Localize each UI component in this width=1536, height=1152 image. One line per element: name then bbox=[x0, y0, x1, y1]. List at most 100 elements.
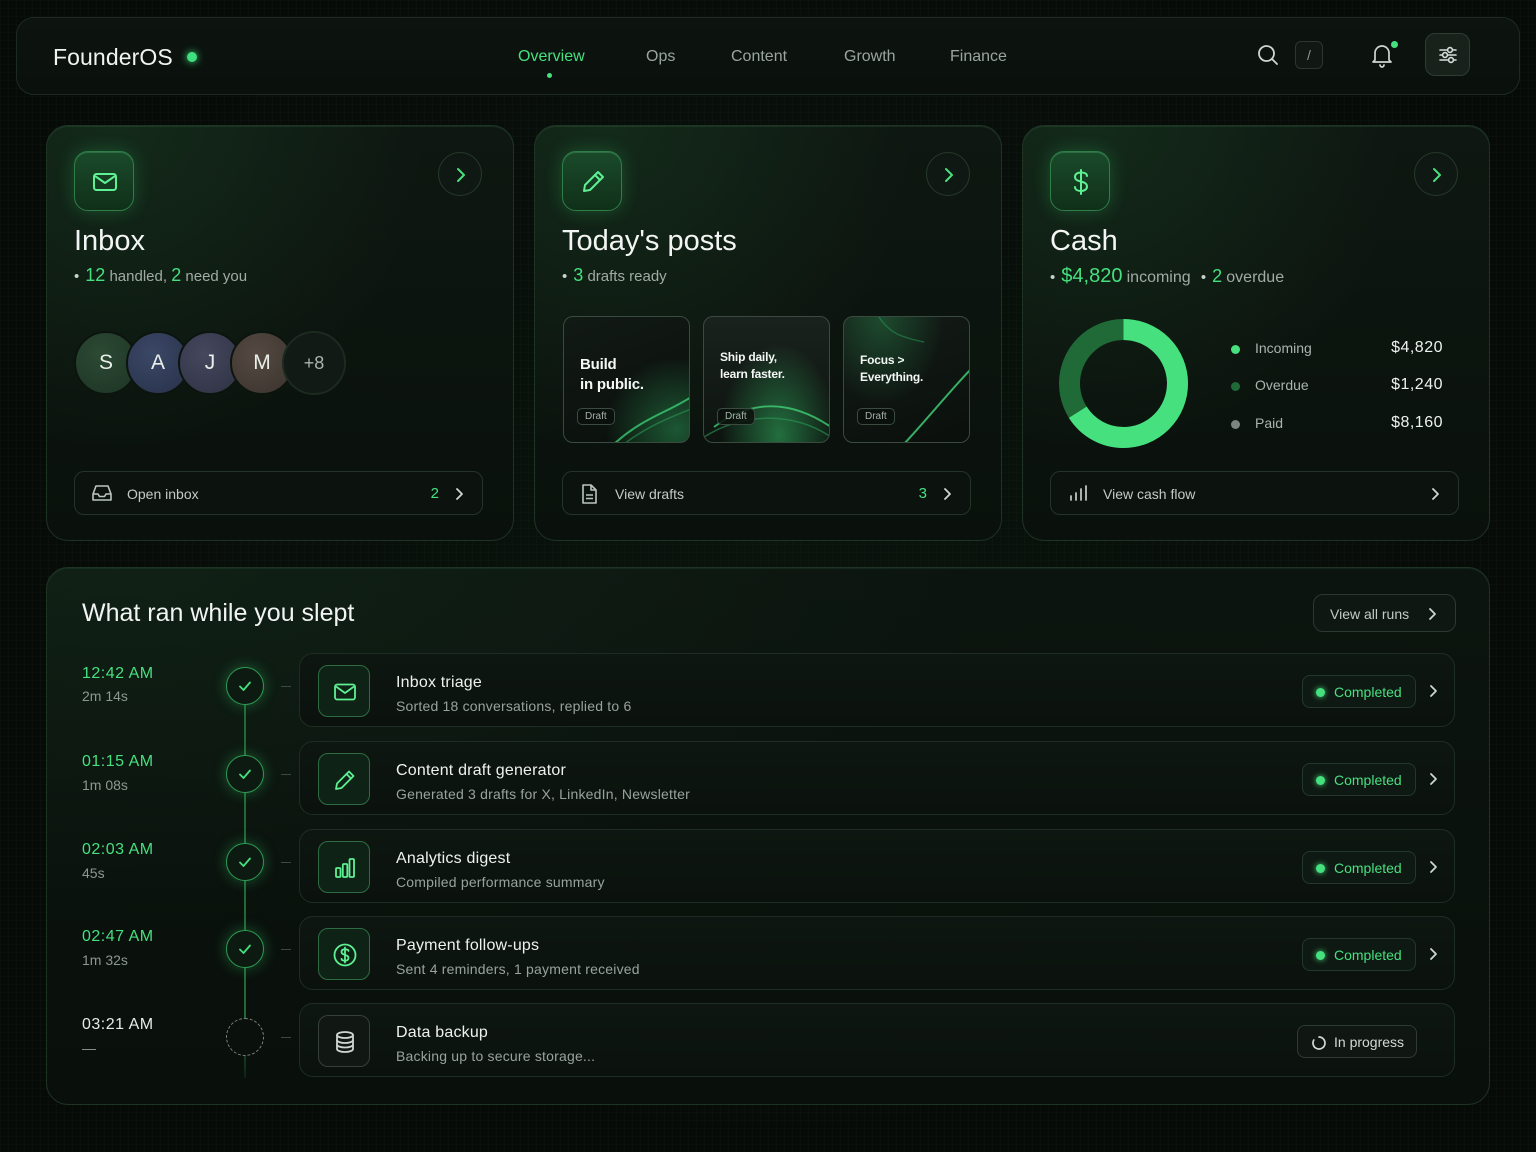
nav-ops[interactable]: Ops bbox=[646, 48, 675, 66]
inbox-title: Inbox bbox=[74, 225, 145, 257]
nav-active-indicator bbox=[547, 73, 552, 78]
run-duration: 1m 08s bbox=[82, 777, 128, 793]
chevron-right-icon bbox=[1433, 168, 1441, 182]
app-logo[interactable]: FounderOS bbox=[53, 44, 173, 71]
status-badge: Completed bbox=[1302, 675, 1416, 708]
timeline-node-completed bbox=[226, 667, 264, 705]
check-icon bbox=[239, 944, 251, 954]
bar-chart-icon bbox=[318, 841, 370, 893]
panel-title: What ran while you slept bbox=[82, 599, 355, 627]
run-duration: 2m 14s bbox=[82, 688, 128, 704]
open-inbox-button[interactable]: Open inbox 2 bbox=[74, 471, 483, 515]
run-description: Sorted 18 conversations, replied to 6 bbox=[396, 698, 632, 714]
timeline-node-pending bbox=[226, 1018, 264, 1056]
timeline-node-completed bbox=[226, 930, 264, 968]
draft-badge: Draft bbox=[857, 408, 895, 425]
post-headline: Focus > Everything. bbox=[860, 353, 924, 384]
run-duration: — bbox=[82, 1040, 96, 1056]
inbox-summary: • 12 handled, 2 need you bbox=[74, 265, 248, 285]
open-inbox-count: 2 bbox=[430, 485, 439, 502]
mail-icon bbox=[318, 665, 370, 717]
run-title: Content draft generator bbox=[396, 762, 567, 779]
timeline-connector bbox=[281, 1037, 291, 1038]
draft-badge: Draft bbox=[577, 408, 615, 425]
bar-chart-icon bbox=[1070, 485, 1087, 501]
status-badge: In progress bbox=[1297, 1025, 1417, 1058]
chevron-right-icon bbox=[1430, 861, 1437, 873]
status-badge: Completed bbox=[1302, 763, 1416, 796]
run-row[interactable]: Content draft generator Generated 3 draf… bbox=[299, 741, 1455, 815]
run-row[interactable]: Analytics digest Compiled performance su… bbox=[299, 829, 1455, 903]
legend-label: Incoming bbox=[1255, 340, 1312, 356]
chevron-right-icon bbox=[1430, 685, 1437, 697]
legend-value: $8,160 bbox=[1391, 414, 1443, 431]
post-draft-thumbnail[interactable]: Focus > Everything. Draft bbox=[843, 316, 970, 443]
nav-overview[interactable]: Overview bbox=[518, 48, 585, 66]
inbox-tray-icon bbox=[92, 485, 112, 501]
run-description: Sent 4 reminders, 1 payment received bbox=[396, 961, 640, 977]
check-icon bbox=[239, 681, 251, 691]
view-drafts-button[interactable]: View drafts 3 bbox=[562, 471, 971, 515]
view-all-runs-button[interactable]: View all runs bbox=[1313, 594, 1456, 632]
run-row[interactable]: Data backup Backing up to secure storage… bbox=[299, 1003, 1455, 1077]
timeline-connector bbox=[281, 949, 291, 950]
settings-sliders-icon bbox=[1439, 46, 1457, 64]
chevron-right-icon bbox=[1430, 948, 1437, 960]
legend-value: $1,240 bbox=[1391, 376, 1443, 393]
chevron-right-icon bbox=[457, 168, 465, 182]
inbox-open-button[interactable] bbox=[438, 152, 482, 196]
spinner-icon bbox=[1312, 1036, 1326, 1050]
cash-summary: • $4,820 incoming • 2 overdue bbox=[1050, 265, 1285, 287]
post-headline: Ship daily, learn faster. bbox=[720, 350, 785, 381]
search-shortcut-key: / bbox=[1295, 41, 1323, 69]
post-draft-thumbnail[interactable]: Build in public. Draft bbox=[563, 316, 690, 443]
run-title: Payment follow-ups bbox=[396, 937, 540, 954]
nav-growth[interactable]: Growth bbox=[844, 48, 896, 66]
settings-button[interactable] bbox=[1425, 33, 1470, 76]
nav-finance[interactable]: Finance bbox=[950, 48, 1007, 66]
dollar-icon bbox=[318, 928, 370, 980]
run-description: Compiled performance summary bbox=[396, 874, 605, 890]
legend-dot bbox=[1231, 382, 1240, 391]
brand-status-dot bbox=[187, 52, 197, 62]
database-icon bbox=[318, 1015, 370, 1067]
avatar-overflow-count[interactable]: +8 bbox=[282, 331, 346, 395]
todays-posts-card: Today's posts • 3 drafts ready Build in pu… bbox=[534, 125, 1002, 541]
timeline-connector bbox=[281, 862, 291, 863]
open-inbox-label: Open inbox bbox=[127, 486, 199, 502]
legend-value: $4,820 bbox=[1391, 339, 1443, 356]
top-navigation-bar: FounderOS Overview Ops Content Growth Fi… bbox=[16, 17, 1520, 95]
cash-donut-chart bbox=[1059, 319, 1188, 448]
nav-content[interactable]: Content bbox=[731, 48, 787, 66]
overnight-runs-panel: What ran while you slept View all runs 1… bbox=[46, 567, 1490, 1105]
view-drafts-label: View drafts bbox=[615, 486, 684, 502]
legend-label: Overdue bbox=[1255, 377, 1309, 393]
posts-title: Today's posts bbox=[562, 225, 737, 257]
post-headline: Build in public. bbox=[580, 356, 644, 393]
run-description: Generated 3 drafts for X, LinkedIn, News… bbox=[396, 786, 691, 802]
timeline-connector bbox=[281, 774, 291, 775]
inbox-card: Inbox • 12 handled, 2 need you S A J M +8… bbox=[46, 125, 514, 541]
run-row[interactable]: Inbox triage Sorted 18 conversations, re… bbox=[299, 653, 1455, 727]
run-time: 02:47 AM bbox=[82, 928, 154, 945]
dollar-icon bbox=[1050, 151, 1110, 211]
document-icon bbox=[582, 484, 597, 504]
chevron-right-icon bbox=[456, 488, 463, 500]
post-draft-thumbnail[interactable]: Ship daily, learn faster. Draft bbox=[703, 316, 830, 443]
legend-dot bbox=[1231, 345, 1240, 354]
timeline-node-completed bbox=[226, 843, 264, 881]
run-time: 03:21 AM bbox=[82, 1016, 154, 1033]
chevron-right-icon bbox=[944, 488, 951, 500]
run-row[interactable]: Payment follow-ups Sent 4 reminders, 1 p… bbox=[299, 916, 1455, 990]
search-icon[interactable] bbox=[1256, 43, 1280, 67]
view-cash-flow-button[interactable]: View cash flow bbox=[1050, 471, 1459, 515]
run-duration: 1m 32s bbox=[82, 952, 128, 968]
run-title: Data backup bbox=[396, 1024, 489, 1041]
run-description: Backing up to secure storage... bbox=[396, 1048, 596, 1064]
cash-open-button[interactable] bbox=[1414, 152, 1458, 196]
view-drafts-count: 3 bbox=[918, 485, 927, 502]
draft-badge: Draft bbox=[717, 408, 755, 425]
posts-open-button[interactable] bbox=[926, 152, 970, 196]
view-cash-flow-label: View cash flow bbox=[1103, 486, 1196, 502]
notification-badge bbox=[1391, 41, 1398, 48]
